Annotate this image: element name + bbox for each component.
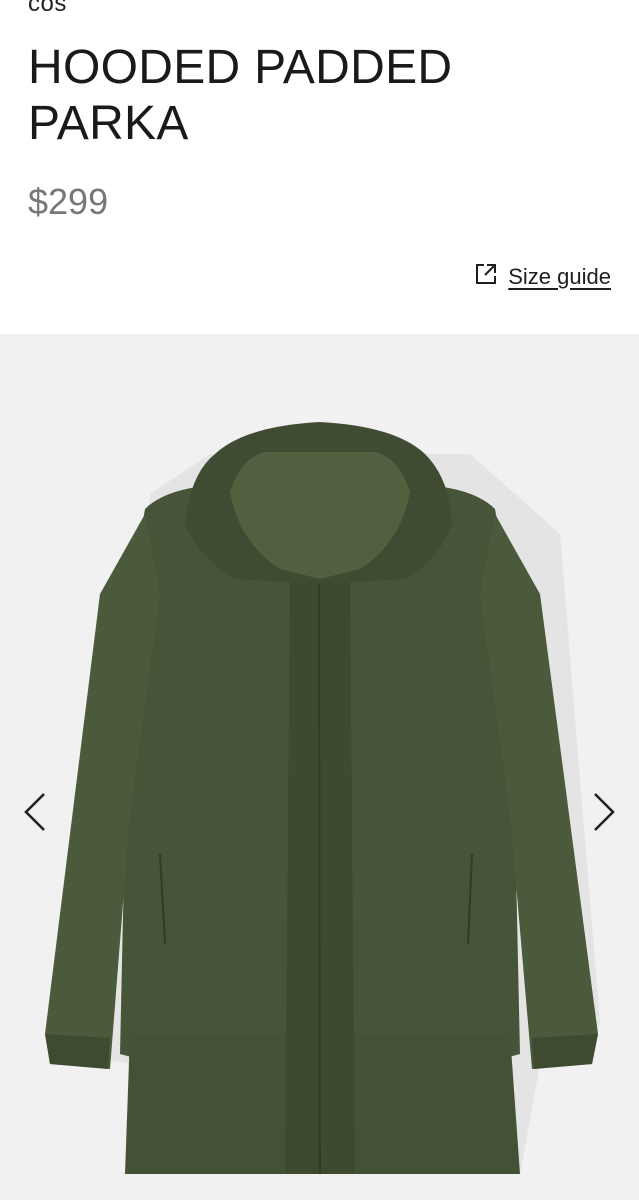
- external-link-icon: [474, 262, 498, 291]
- product-image: [45, 422, 600, 1175]
- brand-name: COS: [28, 0, 67, 17]
- product-title: HOODED PADDED PARKA: [28, 41, 453, 150]
- product-gallery[interactable]: [0, 334, 639, 1200]
- size-guide-link[interactable]: Size guide: [474, 262, 611, 291]
- chevron-right-icon[interactable]: [589, 790, 619, 834]
- size-guide-label: Size guide: [508, 263, 611, 289]
- product-price: $299: [28, 181, 109, 222]
- chevron-left-icon[interactable]: [20, 790, 50, 834]
